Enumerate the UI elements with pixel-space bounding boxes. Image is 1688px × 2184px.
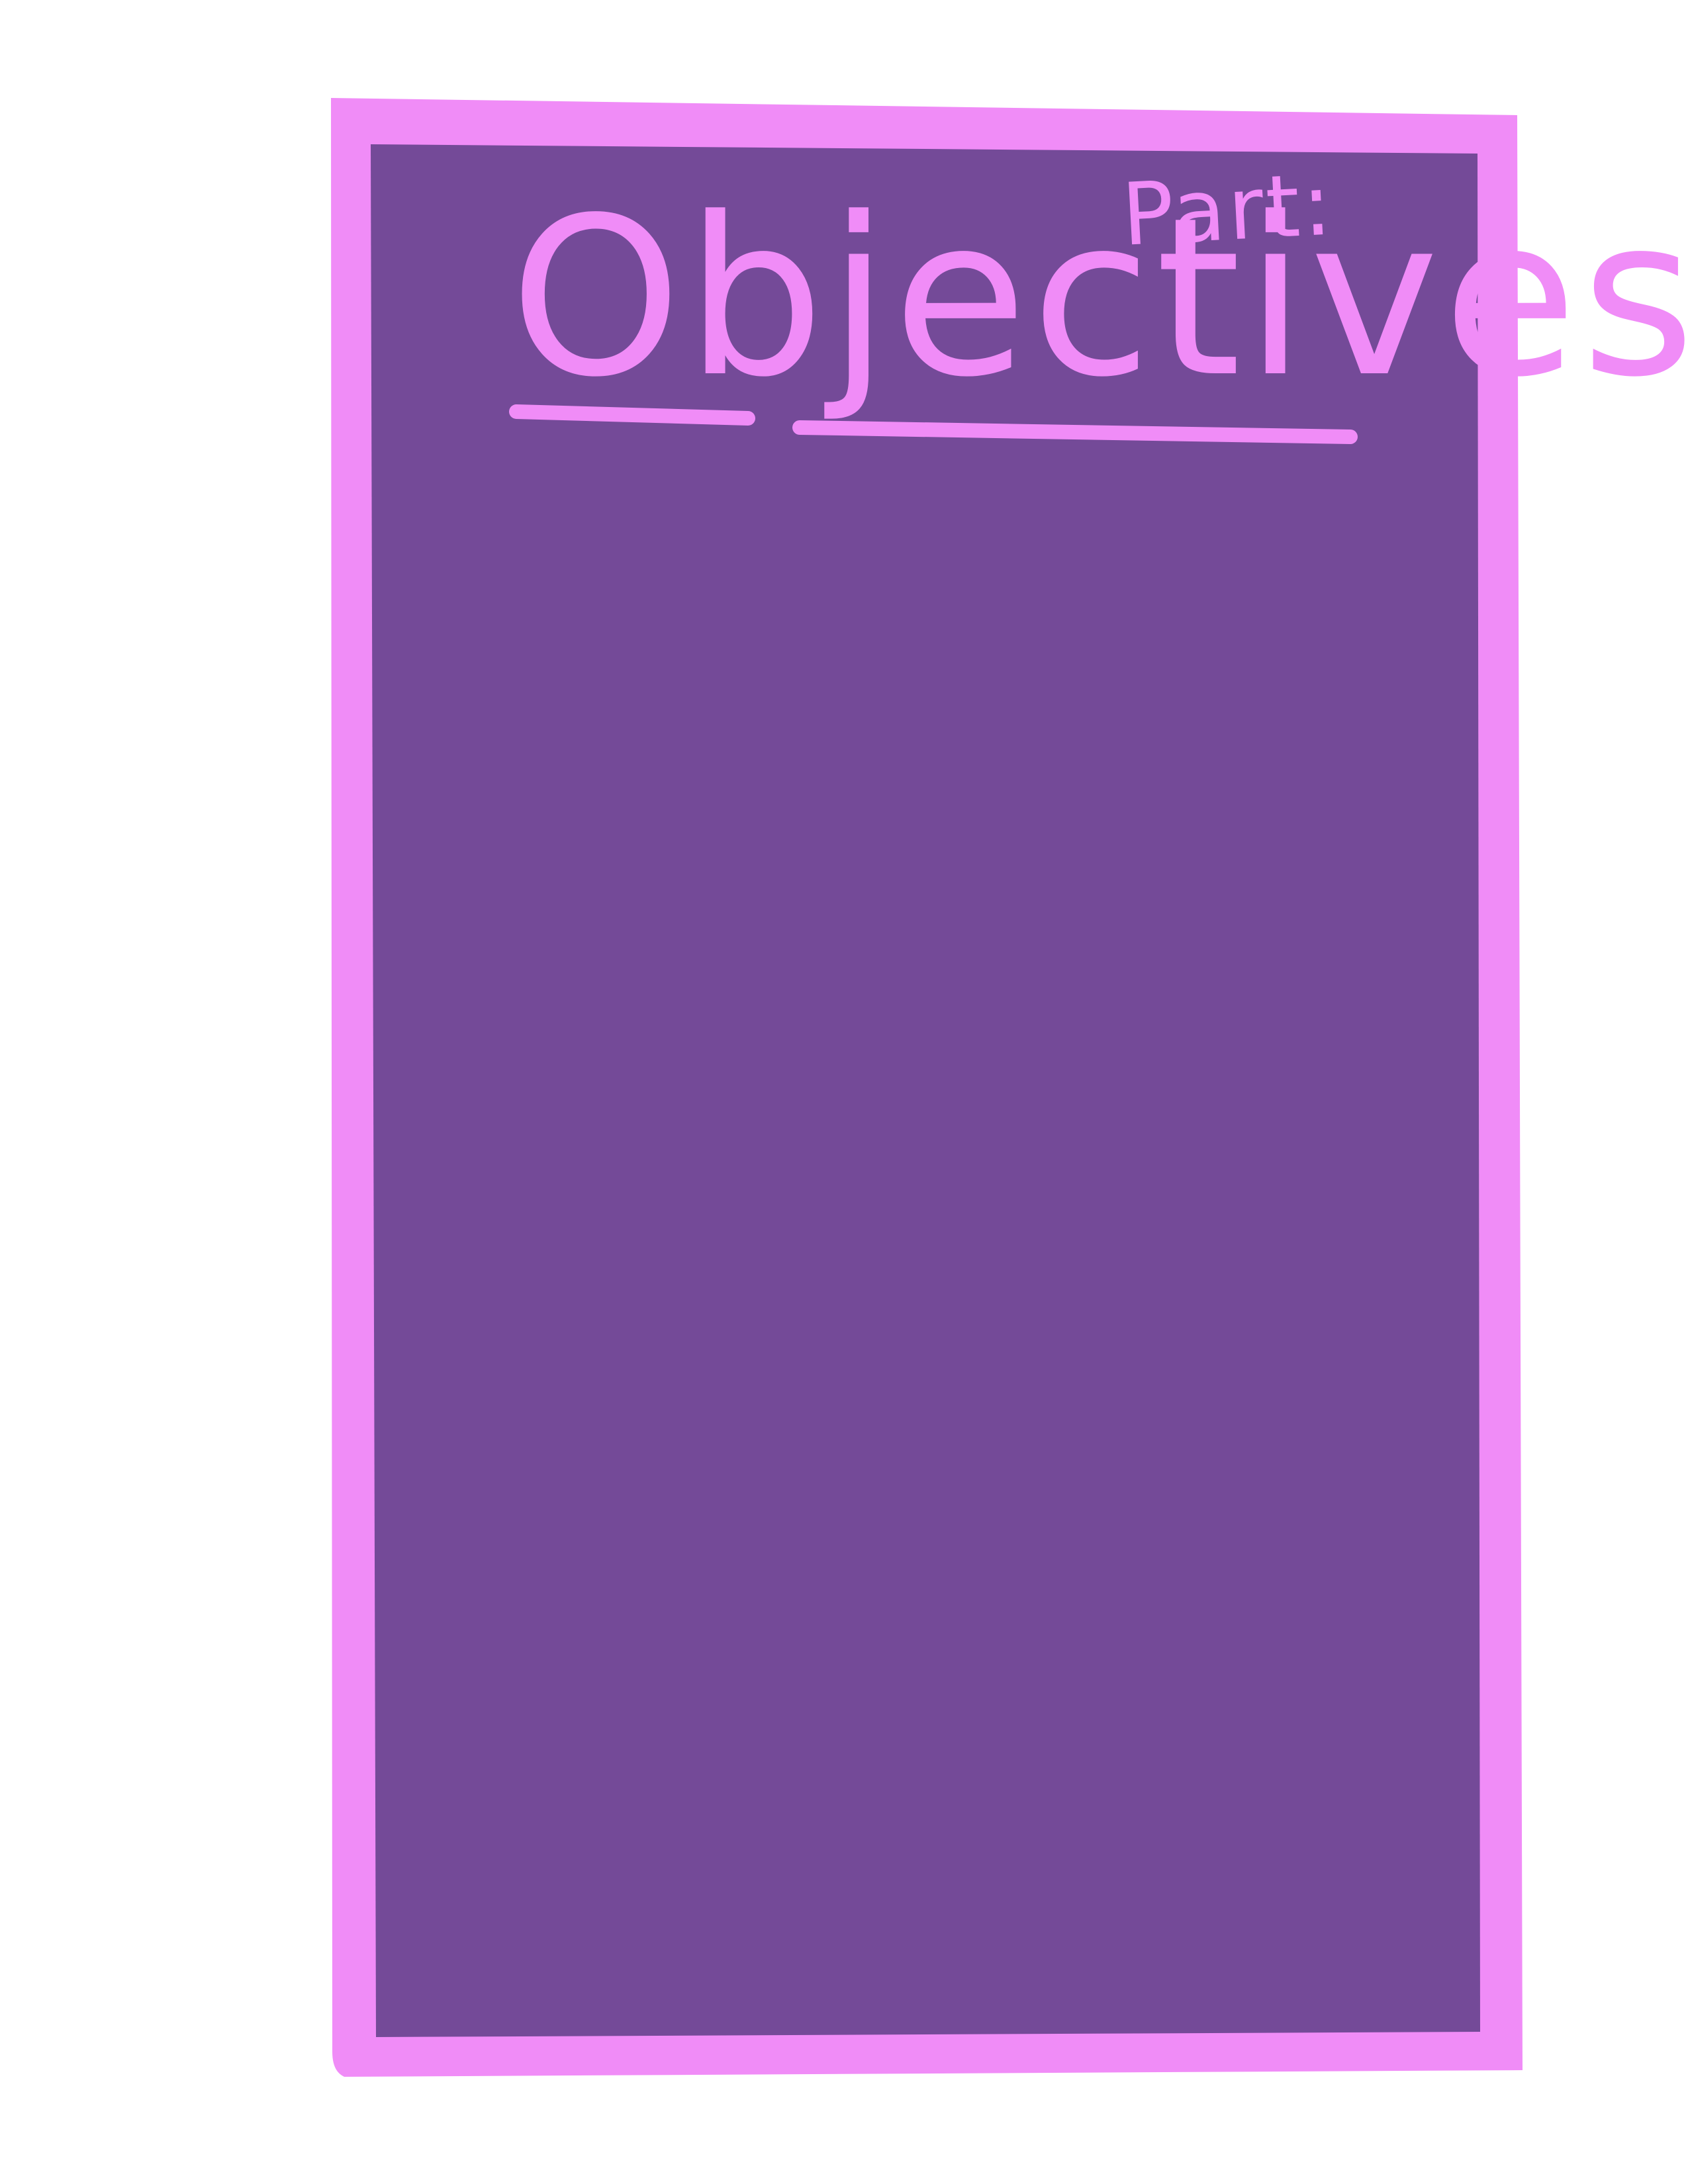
page-title: Objectives <box>510 171 1688 425</box>
objectives-sheet: Part: Objectives <box>0 0 1688 2184</box>
